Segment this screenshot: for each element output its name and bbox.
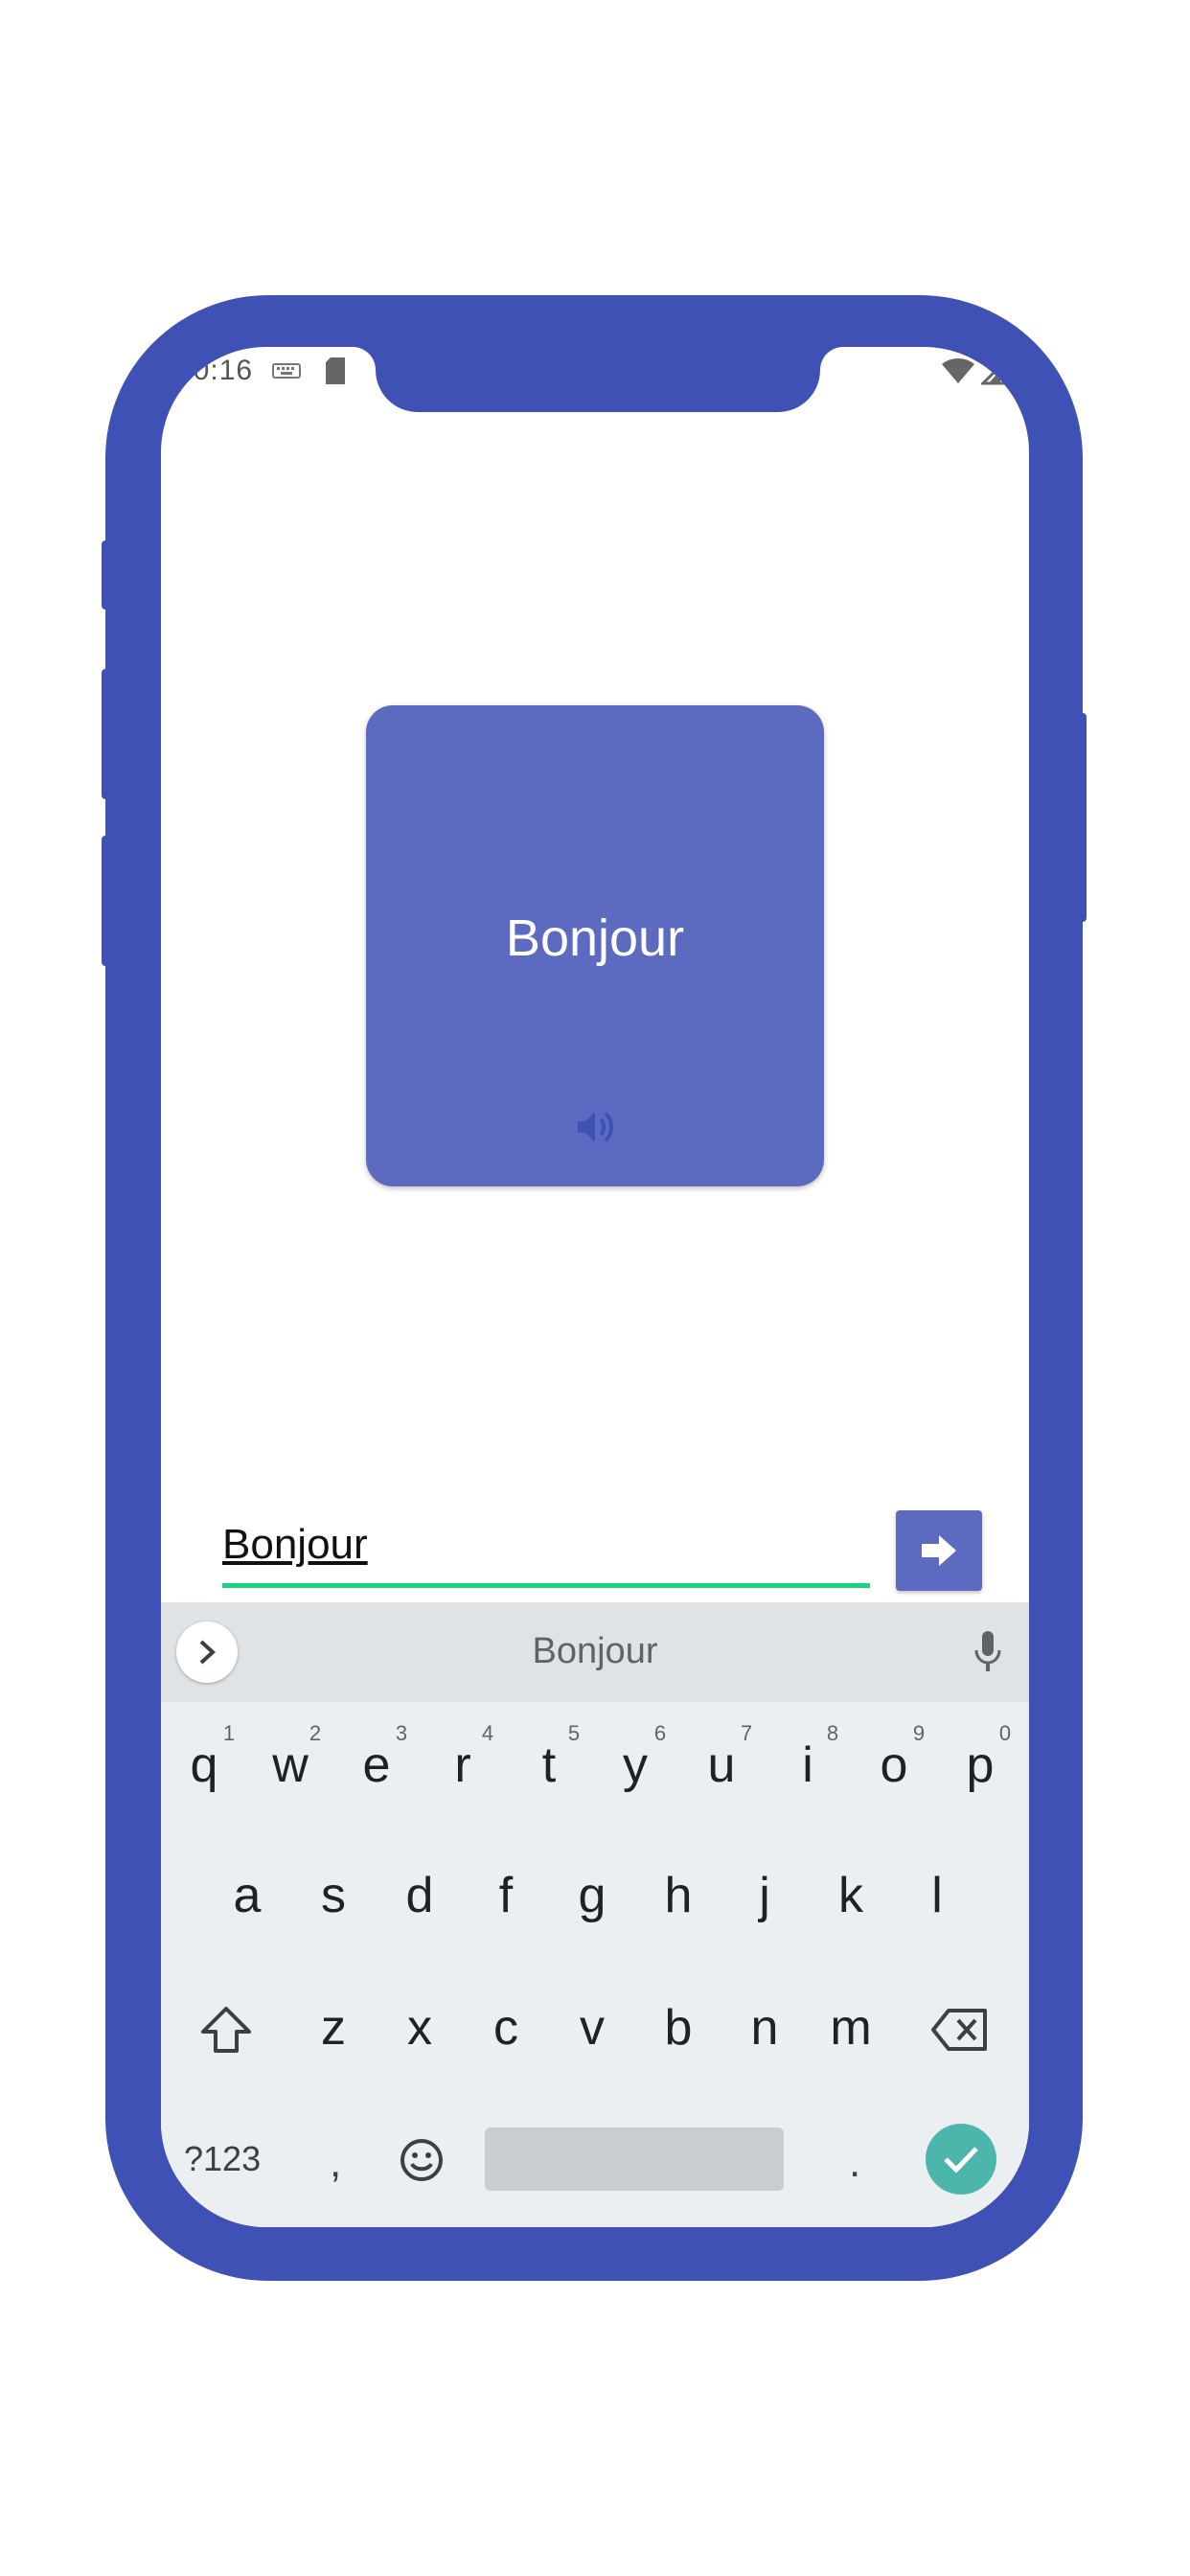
key-s[interactable]: s (290, 1867, 377, 1924)
key-h[interactable]: h (635, 1867, 721, 1924)
answer-input[interactable] (222, 1514, 866, 1576)
arrow-right-icon (922, 1535, 956, 1566)
backspace-icon[interactable] (931, 2007, 989, 2058)
side-button-volume-up (102, 669, 109, 799)
soft-keyboard: Bonjour 1 q 2 w 3 e 4 r 5 t 6 y 7 u 8 i … (161, 1602, 1029, 2227)
submit-button[interactable] (896, 1510, 982, 1591)
wifi-icon (942, 358, 974, 383)
enter-key[interactable] (926, 2124, 996, 2195)
key-l[interactable]: l (894, 1867, 980, 1924)
key-c[interactable]: c (463, 1999, 549, 2057)
key-k[interactable]: k (808, 1867, 894, 1924)
key-b[interactable]: b (635, 1999, 721, 2057)
key-m[interactable]: m (808, 1999, 894, 2057)
input-underline (222, 1583, 870, 1588)
key-g[interactable]: g (549, 1867, 635, 1924)
emoji-icon[interactable] (399, 2137, 445, 2188)
key-j[interactable]: j (721, 1867, 808, 1924)
notch-corner (353, 347, 376, 370)
sd-card-icon (324, 356, 347, 390)
shift-icon[interactable] (199, 2005, 253, 2059)
key-i[interactable]: i (765, 1736, 851, 1794)
space-key[interactable] (485, 2128, 784, 2191)
flash-card[interactable]: Bonjour (366, 705, 824, 1186)
side-button-mute (102, 540, 109, 610)
key-d[interactable]: d (377, 1867, 463, 1924)
notch-corner (820, 347, 843, 370)
battery-icon (1016, 359, 1029, 385)
status-time: 10:16 (176, 355, 254, 386)
key-area: 1 q 2 w 3 e 4 r 5 t 6 y 7 u 8 i 9 o 0 p … (161, 1702, 1029, 2227)
phone-screen: 10:16 Bonjour Bonjour Bonjour 1 q 2 w 3 … (161, 347, 1029, 2227)
comma-key[interactable]: , (330, 2139, 341, 2187)
key-r[interactable]: r (420, 1736, 506, 1794)
notch (376, 347, 820, 412)
key-v[interactable]: v (549, 1999, 635, 2057)
period-key[interactable]: . (849, 2139, 860, 2187)
side-button-power (1079, 713, 1087, 922)
side-button-volume-down (102, 836, 109, 966)
key-a[interactable]: a (204, 1867, 290, 1924)
key-t[interactable]: t (506, 1736, 592, 1794)
key-u[interactable]: u (678, 1736, 765, 1794)
signal-icon (981, 356, 1010, 385)
suggestion-bar: Bonjour (161, 1602, 1029, 1702)
keyboard-icon (272, 362, 301, 384)
key-z[interactable]: z (290, 1999, 377, 2057)
status-icons (941, 356, 1029, 385)
key-x[interactable]: x (377, 1999, 463, 2057)
key-o[interactable]: o (851, 1736, 937, 1794)
symbols-key[interactable]: ?123 (184, 2139, 261, 2179)
key-p[interactable]: p (937, 1736, 1023, 1794)
card-word: Bonjour (505, 909, 685, 967)
key-y[interactable]: y (592, 1736, 678, 1794)
key-f[interactable]: f (463, 1867, 549, 1924)
key-n[interactable]: n (721, 1999, 808, 2057)
key-w[interactable]: w (247, 1736, 333, 1794)
mic-icon[interactable] (973, 1629, 1002, 1678)
key-e[interactable]: e (333, 1736, 420, 1794)
key-q[interactable]: q (161, 1736, 247, 1794)
check-icon (944, 2147, 978, 2174)
speaker-icon[interactable] (574, 1106, 616, 1148)
suggestion-item[interactable]: Bonjour (161, 1631, 1029, 1672)
